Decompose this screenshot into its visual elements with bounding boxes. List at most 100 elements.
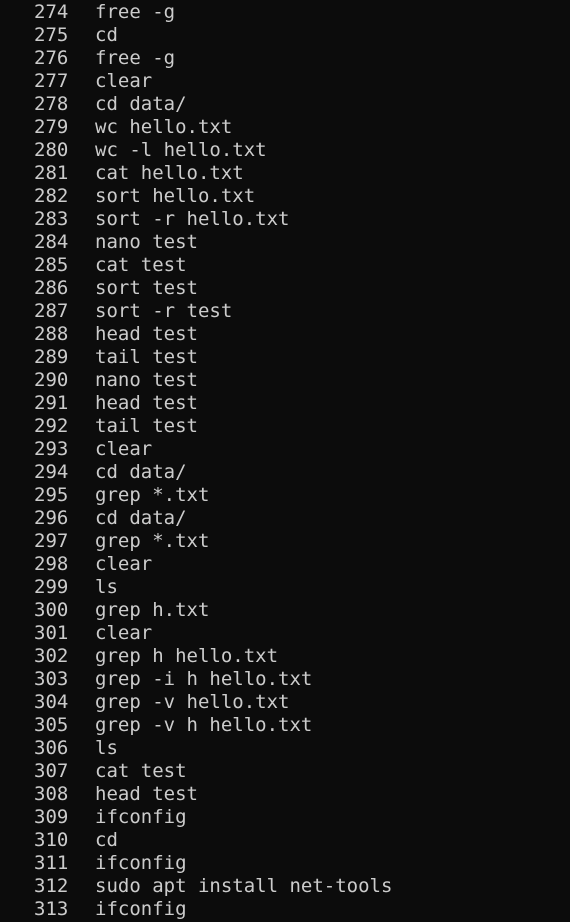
history-line: 308 head test: [0, 783, 570, 806]
history-line-number: 294: [34, 461, 69, 483]
history-line-number: 274: [34, 1, 69, 23]
history-line-number: 304: [34, 691, 69, 713]
history-line-number: 311: [34, 852, 69, 874]
history-line: 294 cd data/: [0, 461, 570, 484]
history-command: cd data/: [95, 507, 187, 529]
history-line-number: 300: [34, 599, 69, 621]
history-line: 284 nano test: [0, 231, 570, 254]
history-command: ifconfig: [95, 852, 187, 874]
history-command: clear: [95, 70, 153, 92]
history-line: 293 clear: [0, 438, 570, 461]
history-line: 301 clear: [0, 622, 570, 645]
history-line-number: 313: [34, 898, 69, 920]
history-line: 312 sudo apt install net-tools: [0, 875, 570, 898]
history-command: wc hello.txt: [95, 116, 233, 138]
history-command: ifconfig: [95, 898, 187, 920]
history-line-number: 305: [34, 714, 69, 736]
history-command: nano test: [95, 369, 198, 391]
history-line: 280 wc -l hello.txt: [0, 139, 570, 162]
history-line: 275 cd: [0, 24, 570, 47]
history-line: 297 grep *.txt: [0, 530, 570, 553]
history-command: ifconfig: [95, 806, 187, 828]
history-line: 311 ifconfig: [0, 852, 570, 875]
history-command: grep h hello.txt: [95, 645, 279, 667]
history-line-number: 289: [34, 346, 69, 368]
history-command: sort hello.txt: [95, 185, 256, 207]
history-command: grep -v h hello.txt: [95, 714, 313, 736]
history-line-number: 279: [34, 116, 69, 138]
history-line-number: 295: [34, 484, 69, 506]
history-command: clear: [95, 438, 153, 460]
history-line: 303 grep -i h hello.txt: [0, 668, 570, 691]
history-line: 300 grep h.txt: [0, 599, 570, 622]
history-line-number: 306: [34, 737, 69, 759]
history-command: free -g: [95, 1, 176, 23]
history-line-number: 308: [34, 783, 69, 805]
history-line: 298 clear: [0, 553, 570, 576]
history-line: 279 wc hello.txt: [0, 116, 570, 139]
history-line: 277 clear: [0, 70, 570, 93]
history-command: ls: [95, 576, 118, 598]
history-line: 274 free -g: [0, 1, 570, 24]
history-line-number: 282: [34, 185, 69, 207]
history-command: grep *.txt: [95, 484, 210, 506]
history-line-number: 307: [34, 760, 69, 782]
history-command: sort -r test: [95, 300, 233, 322]
history-command: clear: [95, 622, 153, 644]
history-line: 290 nano test: [0, 369, 570, 392]
history-line-number: 281: [34, 162, 69, 184]
history-command: tail test: [95, 346, 198, 368]
history-line: 292 tail test: [0, 415, 570, 438]
history-line: 309 ifconfig: [0, 806, 570, 829]
history-line: 287 sort -r test: [0, 300, 570, 323]
history-command: head test: [95, 323, 198, 345]
history-line-number: 276: [34, 47, 69, 69]
history-command: sort -r hello.txt: [95, 208, 290, 230]
history-command: cat test: [95, 254, 187, 276]
history-line: 313 ifconfig: [0, 898, 570, 921]
history-line-number: 286: [34, 277, 69, 299]
history-line: 288 head test: [0, 323, 570, 346]
terminal-window[interactable]: 274 free -g 275 cd 276 free -g 277 clear 278 cd d…: [0, 0, 570, 922]
history-line-number: 303: [34, 668, 69, 690]
history-command: wc -l hello.txt: [95, 139, 267, 161]
history-line: 289 tail test: [0, 346, 570, 369]
history-line-number: 296: [34, 507, 69, 529]
history-line-number: 280: [34, 139, 69, 161]
history-line: 282 sort hello.txt: [0, 185, 570, 208]
history-line-number: 299: [34, 576, 69, 598]
history-line-number: 284: [34, 231, 69, 253]
history-line-number: 301: [34, 622, 69, 644]
history-line-number: 302: [34, 645, 69, 667]
history-line: 299 ls: [0, 576, 570, 599]
history-command: cat test: [95, 760, 187, 782]
history-line: 283 sort -r hello.txt: [0, 208, 570, 231]
history-line: 285 cat test: [0, 254, 570, 277]
history-line: 305 grep -v h hello.txt: [0, 714, 570, 737]
history-line: 306 ls: [0, 737, 570, 760]
history-line: 281 cat hello.txt: [0, 162, 570, 185]
history-command: grep *.txt: [95, 530, 210, 552]
history-command: clear: [95, 553, 153, 575]
history-command: grep -i h hello.txt: [95, 668, 313, 690]
history-command: ls: [95, 737, 118, 759]
history-command: grep h.txt: [95, 599, 210, 621]
command-history-output: 274 free -g 275 cd 276 free -g 277 clear 278 cd d…: [0, 1, 570, 921]
history-command: cd: [95, 24, 118, 46]
history-line: 304 grep -v hello.txt: [0, 691, 570, 714]
history-command: cd data/: [95, 461, 187, 483]
history-command: nano test: [95, 231, 198, 253]
history-line-number: 309: [34, 806, 69, 828]
history-command: cd data/: [95, 93, 187, 115]
history-line-number: 312: [34, 875, 69, 897]
history-command: head test: [95, 783, 198, 805]
history-command: free -g: [95, 47, 176, 69]
history-line-number: 288: [34, 323, 69, 345]
history-command: grep -v hello.txt: [95, 691, 290, 713]
history-line-number: 292: [34, 415, 69, 437]
history-line: 286 sort test: [0, 277, 570, 300]
history-line: 278 cd data/: [0, 93, 570, 116]
history-command: head test: [95, 392, 198, 414]
history-line: 296 cd data/: [0, 507, 570, 530]
history-line-number: 291: [34, 392, 69, 414]
